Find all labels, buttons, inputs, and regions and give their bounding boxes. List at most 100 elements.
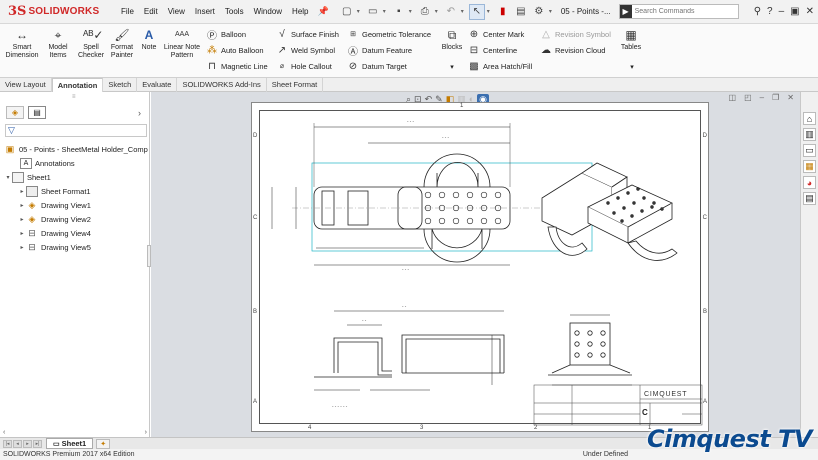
design-library-icon[interactable]: ▥ [803,128,816,141]
auto-balloon-button[interactable]: ⁂ Auto Balloon [206,44,264,56]
menu-tools[interactable]: Tools [220,7,249,16]
drawing-sheet[interactable]: 1 4 3 2 1 D C B A D C B A - - - - - - - … [251,102,709,432]
center-mark-button[interactable]: ⊕ Center Mark [468,28,524,40]
menu-help[interactable]: Help [287,7,313,16]
scroll-left-icon[interactable]: ‹ [3,429,5,437]
search-input[interactable] [631,8,732,15]
tree-item-drawing-view2[interactable]: ▸ ◈ Drawing View2 [0,212,150,226]
options-icon[interactable]: ⚙ [531,4,547,20]
hole-callout-button[interactable]: ⌀ Hole Callout [276,60,332,72]
drawing-view5[interactable] [548,314,632,386]
undo-icon[interactable]: ↶ [443,4,459,20]
next-sheet-icon[interactable]: ▸ [23,439,32,448]
custom-properties-icon[interactable]: ▤ [803,192,816,205]
surface-finish-button[interactable]: √ Surface Finish [276,28,339,40]
pin-icon[interactable]: 📌 [318,6,329,17]
search-commands-icon[interactable]: ▶ [619,5,632,18]
close-icon[interactable]: ✕ [806,6,814,17]
weld-symbol-button[interactable]: ↗ Weld Symbol [276,44,335,56]
options-dropdown[interactable]: ▾ [549,8,552,15]
tile-icon[interactable]: ◫ [729,93,737,102]
tree-filter[interactable]: ▽ [5,124,147,137]
spell-checker-button[interactable]: ᴬᴮ✓ Spell Checker [76,28,106,60]
expand-icon[interactable]: ▸ [18,188,26,195]
last-sheet-icon[interactable]: ▸| [33,439,42,448]
close-window-icon[interactable]: ✕ [787,93,794,102]
appearances-icon[interactable]: ◕ [803,176,816,189]
panel-grip-icon[interactable]: ≡ [72,94,76,100]
area-hatch-fill-button[interactable]: ▩ Area Hatch/Fill [468,60,532,72]
file-explorer-icon[interactable]: ▭ [803,144,816,157]
new-dropdown[interactable]: ▾ [357,8,360,15]
menu-view[interactable]: View [163,7,190,16]
solidworks-resources-icon[interactable]: ⌂ [803,112,816,125]
view-palette-icon[interactable]: ▦ [803,160,816,173]
rebuild-icon[interactable]: ▮ [495,4,511,20]
sheet-tab-sheet1[interactable]: ▭ Sheet1 [46,438,94,449]
note-button[interactable]: A Note [138,28,160,52]
tree-item-annotations[interactable]: A Annotations [0,156,150,170]
tables-dropdown[interactable]: ▾ [626,64,638,72]
graphics-area[interactable]: ⌕ ⊡ ↶ ✎ ◧ ▥ ◐ ◉ ◫ ◰ – ❐ ✕ 1 4 3 2 1 D C … [151,92,800,437]
geometric-tolerance-button[interactable]: ⊞ Geometric Tolerance [347,28,431,40]
blocks-dropdown[interactable]: ▾ [446,64,458,72]
menu-window[interactable]: Window [249,7,287,16]
drawing-view1[interactable]: - - - - - - - - - [271,119,593,272]
save-dropdown[interactable]: ▾ [409,8,412,15]
tree-item-drawing-view1[interactable]: ▸ ◈ Drawing View1 [0,198,150,212]
tab-view-layout[interactable]: View Layout [0,78,52,92]
menu-insert[interactable]: Insert [190,7,220,16]
balloon-button[interactable]: Ⓟ Balloon [206,28,246,42]
blocks-button[interactable]: ⧉ Blocks [440,28,464,52]
restore-icon[interactable]: ▣ [790,6,799,17]
chevron-right-icon[interactable]: › [138,108,141,118]
tree-item-sheet1[interactable]: ▾ Sheet1 [0,170,150,184]
tab-evaluate[interactable]: Evaluate [137,78,178,92]
print-icon[interactable]: ⎙ [417,4,433,20]
tab-solidworks-add-ins[interactable]: SOLIDWORKS Add-Ins [177,78,267,92]
open-icon[interactable]: ▭ [365,4,381,20]
new-icon[interactable]: ▢ [339,4,355,20]
smart-dimension-button[interactable]: ↔ Smart Dimension [4,28,40,60]
feature-manager-tab-icon[interactable]: ◈ [6,106,24,119]
linear-note-pattern-button[interactable]: AAA Linear Note Pattern [162,28,202,60]
menu-file[interactable]: File [116,7,139,16]
tables-button[interactable]: ▦ Tables [618,28,644,52]
file-properties-icon[interactable]: ▤ [513,4,529,20]
expand-icon[interactable]: ▸ [18,216,26,223]
minimize-view-icon[interactable]: ◰ [744,93,752,102]
prev-sheet-icon[interactable]: ◂ [13,439,22,448]
tree-item-drawing-view4[interactable]: ▸ ⊟ Drawing View4 [0,226,150,240]
open-dropdown[interactable]: ▾ [383,8,386,15]
magnetic-line-button[interactable]: ⊓ Magnetic Line [206,60,268,72]
panel-horizontal-scrollbar[interactable]: ‹ › [0,429,150,437]
minimize-icon[interactable]: – [779,6,785,17]
tab-sketch[interactable]: Sketch [103,78,138,92]
first-sheet-icon[interactable]: |◂ [3,439,12,448]
scroll-right-icon[interactable]: › [145,429,147,437]
undo-dropdown[interactable]: ▾ [461,8,464,15]
select-dropdown[interactable]: ▾ [487,8,490,15]
help-icon[interactable]: ? [767,6,773,17]
tree-item-sheet-format1[interactable]: ▸ Sheet Format1 [0,184,150,198]
print-dropdown[interactable]: ▾ [435,8,438,15]
centerline-button[interactable]: ⊟ Centerline [468,44,517,56]
expand-icon[interactable]: ▸ [18,244,26,251]
property-manager-tab-icon[interactable]: ▤ [28,106,46,119]
drawing-view4[interactable]: - - - - - - - - - - [314,304,505,409]
tree-root[interactable]: ▣ 05 - Points - SheetMetal Holder_Comp [0,142,150,156]
restore-window-icon[interactable]: ❐ [772,93,779,102]
datum-target-button[interactable]: ⊘ Datum Target [347,60,407,72]
expand-icon[interactable]: ▸ [18,230,26,237]
save-icon[interactable]: ▪ [391,4,407,20]
datum-feature-button[interactable]: Ⓐ Datum Feature [347,44,412,58]
model-items-button[interactable]: ⌖ Model Items [44,28,72,60]
solidworks-logo[interactable]: 3S SOLIDWORKS [0,4,100,19]
revision-cloud-button[interactable]: ☁ Revision Cloud [540,44,605,56]
minimize-window-icon[interactable]: – [760,93,764,102]
menu-edit[interactable]: Edit [139,7,163,16]
format-painter-button[interactable]: 🖌 Format Painter [108,28,136,60]
tab-annotation[interactable]: Annotation [51,78,104,92]
expand-icon[interactable]: ▸ [18,202,26,209]
search-icon[interactable]: ⚲ [754,6,761,17]
